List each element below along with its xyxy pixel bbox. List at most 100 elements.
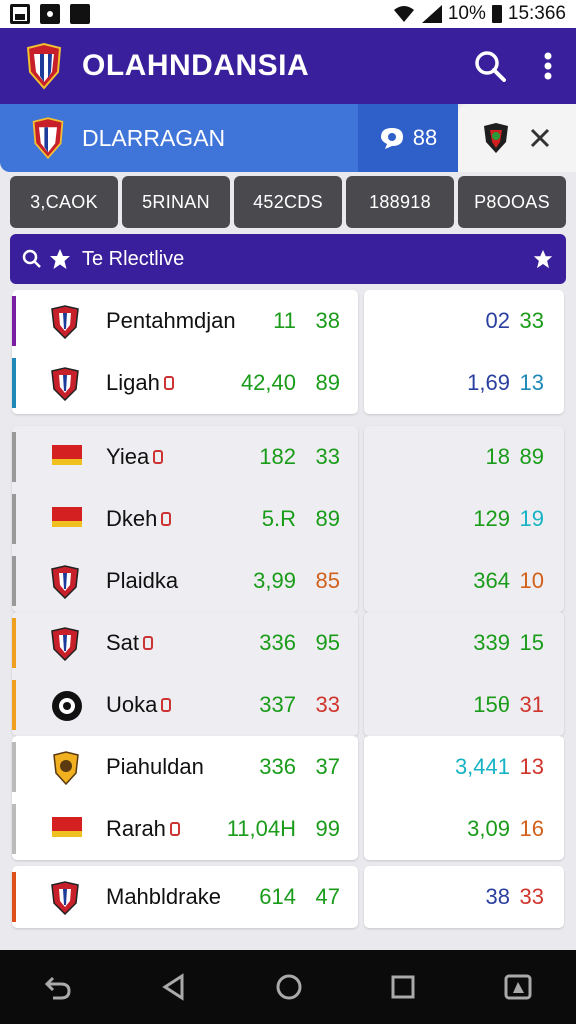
gallery-notification-icon — [10, 4, 30, 24]
jersey-icon — [169, 822, 180, 836]
signal-icon — [421, 5, 442, 23]
stat-value: 182 — [259, 444, 296, 469]
player-name: Uoka — [106, 692, 172, 718]
stats-group: Pentahmdjan 11 38 02 33 Ligah 42,40 89 1,69 13 — [12, 290, 564, 414]
player-name: Piahuldan — [106, 754, 204, 780]
stat-value: 33 — [519, 884, 544, 909]
player-name: Yiea — [106, 444, 164, 470]
favorite-star-icon[interactable] — [532, 248, 554, 270]
stat-value: 3,99 — [253, 568, 296, 593]
filter-chip[interactable]: 3,CAOK — [10, 176, 118, 228]
opponent-tab[interactable] — [458, 104, 576, 172]
wifi-icon — [393, 6, 414, 22]
lion-crest-icon — [50, 751, 80, 786]
filter-chip[interactable]: 188918 — [346, 176, 454, 228]
table-row[interactable]: Dkeh 5.R 89 129 19 — [12, 488, 564, 550]
stat-value: 99 — [315, 816, 340, 841]
player-name-text: Plaidka — [106, 568, 179, 593]
chat-bubble-icon — [380, 128, 403, 149]
player-name: Dkeh — [106, 506, 172, 532]
search-icon — [22, 249, 41, 268]
player-name-text: Uoka — [106, 692, 158, 717]
player-name-text: Yiea — [106, 444, 150, 469]
row-accent — [12, 358, 16, 408]
search-bar[interactable]: Te Rlectlive — [10, 234, 566, 284]
search-text: Te Rlectlive — [82, 247, 185, 270]
app-title: OLAHNDANSIA — [82, 49, 310, 82]
player-name-text: Piahuldan — [106, 754, 204, 779]
flag-icon — [50, 441, 82, 473]
table-row[interactable]: Plaidka 3,99 85 364 10 — [12, 550, 564, 612]
stat-value: 33 — [519, 308, 544, 333]
table-row[interactable]: Uoka 337 33 15θ 31 — [12, 674, 564, 736]
stat-value: 31 — [519, 692, 544, 717]
stat-value: 89 — [315, 370, 340, 395]
stat-value: 614 — [259, 884, 296, 909]
triangle-back-icon[interactable] — [160, 973, 188, 1001]
close-icon[interactable] — [528, 126, 552, 150]
stat-value: 33 — [315, 444, 340, 469]
screenshot-icon[interactable] — [503, 973, 533, 1001]
stats-table: Pentahmdjan 11 38 02 33 Ligah 42,40 89 1,69 13 Yie… — [0, 290, 576, 950]
row-accent — [12, 804, 16, 854]
table-row[interactable]: Mahbldrake 614 47 38 33 — [12, 866, 564, 928]
row-accent — [12, 432, 16, 482]
table-row[interactable]: Ligah 42,40 89 1,69 13 — [12, 352, 564, 414]
team-count-button[interactable]: 88 — [358, 104, 458, 172]
row-accent — [12, 872, 16, 922]
table-row[interactable]: Pentahmdjan 11 38 02 33 — [12, 290, 564, 352]
filter-chip[interactable]: 452CDS — [234, 176, 342, 228]
player-name-text: Dkeh — [106, 506, 158, 531]
stat-value: 15 — [519, 630, 544, 655]
player-name: Plaidka — [106, 568, 178, 594]
stat-value: 89 — [519, 444, 544, 469]
search-icon[interactable] — [474, 50, 506, 82]
stat-value: 336 — [259, 630, 296, 655]
shield-icon — [50, 565, 80, 600]
recents-icon[interactable] — [390, 974, 416, 1000]
row-accent — [12, 618, 16, 668]
table-row[interactable]: Piahuldan 336 37 3,441 13 — [12, 736, 564, 798]
stats-group: Sat 336 95 339 15 Uoka 337 33 15θ 31 — [12, 612, 564, 736]
stats-group: Yiea 182 33 18 89 Dkeh 5.R 89 129 19 Plaidka 3,99 85… — [12, 426, 564, 612]
shield-icon — [50, 627, 80, 662]
stat-value: 336 — [259, 754, 296, 779]
row-accent — [12, 742, 16, 792]
stat-value: 339 — [473, 630, 510, 655]
player-name-text: Rarah — [106, 816, 166, 841]
player-name: Mahbldrake — [106, 884, 221, 910]
jersey-icon — [143, 636, 154, 650]
home-icon[interactable] — [274, 972, 304, 1002]
filter-chip[interactable]: 5RINAN — [122, 176, 230, 228]
player-name: Ligah — [106, 370, 174, 396]
row-accent — [12, 680, 16, 730]
back-icon[interactable] — [43, 972, 73, 1002]
filter-chip[interactable]: P8OOAS — [458, 176, 566, 228]
stat-value: 337 — [259, 692, 296, 717]
row-accent — [12, 494, 16, 544]
team-tab[interactable]: DLARRAGAN 88 — [0, 104, 458, 172]
stat-value: 37 — [315, 754, 340, 779]
table-row[interactable]: Yiea 182 33 18 89 — [12, 426, 564, 488]
filter-bar: 3,CAOK 5RINAN 452CDS 188918 P8OOAS — [10, 176, 566, 228]
stat-value: 47 — [315, 884, 340, 909]
table-row[interactable]: Rarah 11,04H 99 3,09 16 — [12, 798, 564, 860]
stat-value: 16 — [519, 816, 544, 841]
stat-value: 19 — [519, 506, 544, 531]
table-row[interactable]: Sat 336 95 339 15 — [12, 612, 564, 674]
stat-value: 42,40 — [240, 370, 296, 395]
stat-value: 3,09 — [467, 816, 510, 841]
stat-value: 11 — [273, 308, 296, 333]
team-name: DLARRAGAN — [82, 124, 226, 151]
shield-icon — [50, 881, 80, 916]
clock: 15:366 — [507, 3, 566, 24]
flag-icon — [50, 813, 82, 845]
stat-value: 15θ — [473, 692, 510, 717]
star-icon — [50, 249, 70, 269]
stat-value: 11,04H — [226, 816, 296, 841]
stat-value: 38 — [485, 884, 510, 909]
more-vert-icon[interactable] — [544, 52, 552, 80]
app-bar: OLAHNDANSIA — [0, 28, 576, 104]
club-crest-icon[interactable] — [24, 42, 64, 90]
club-crest-icon — [484, 123, 508, 153]
